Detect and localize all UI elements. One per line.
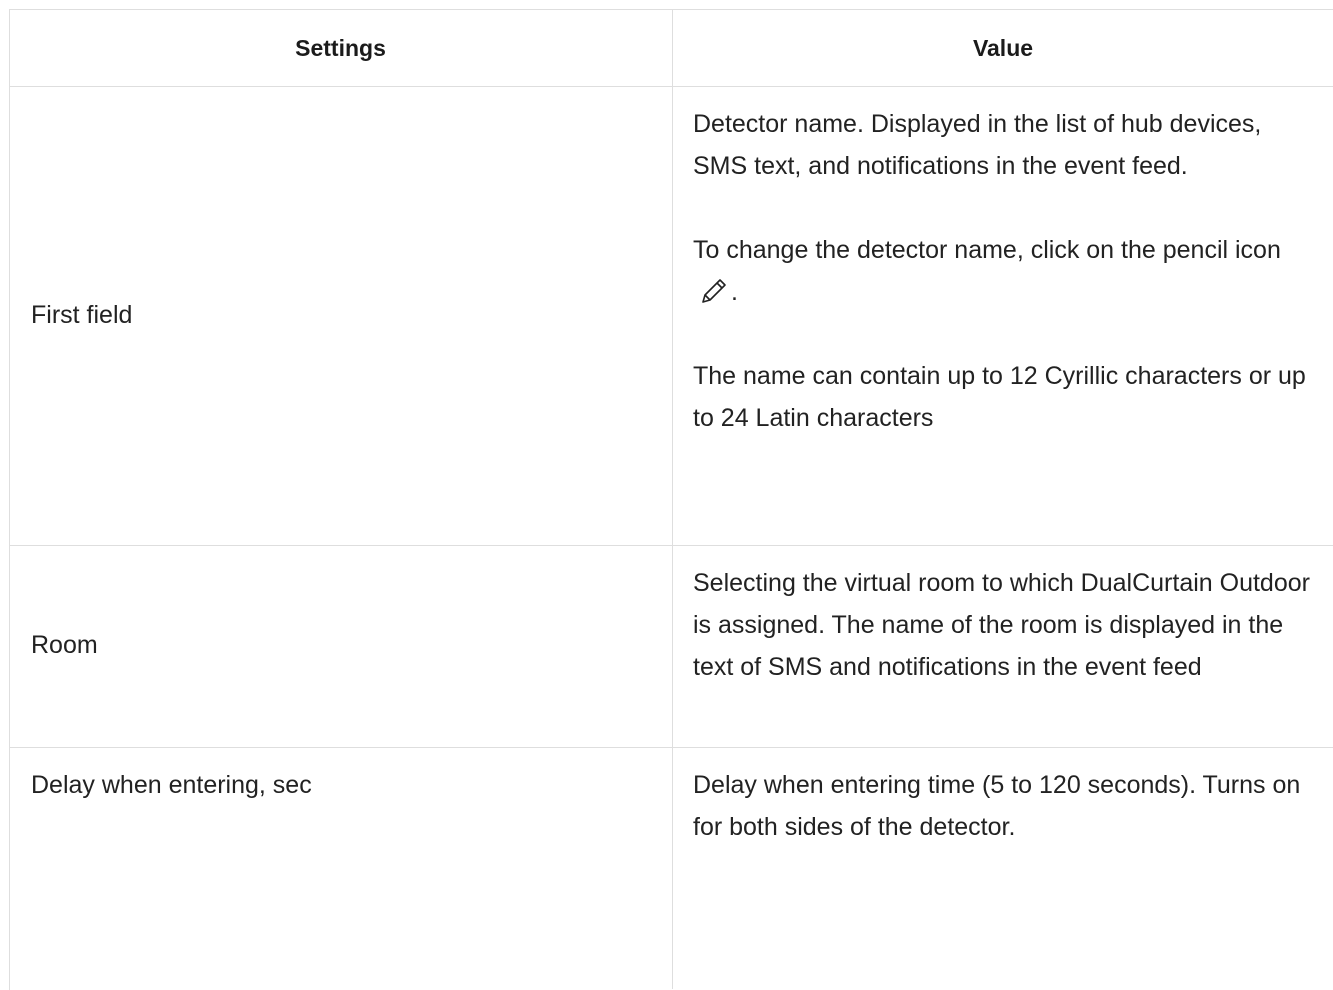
value-paragraph: Selecting the virtual room to which Dual… [693,569,1310,681]
setting-delay-entering: Delay when entering, sec [31,771,312,799]
value-paragraph: Delay when entering time (5 to 120 secon… [693,771,1301,841]
value-paragraph: Detector name. Displayed in the list of … [693,110,1262,180]
value-delay-entering: Delay when entering time (5 to 120 secon… [693,764,1318,848]
value-room: Selecting the virtual room to which Dual… [693,562,1318,688]
setting-room: Room [31,631,98,659]
value-text-after-icon: . [731,278,738,306]
value-paragraph: The name can contain up to 12 Cyrillic c… [693,362,1306,432]
value-paragraph: To change the detector name, click on th… [693,229,1318,313]
header-settings: Settings [295,35,386,61]
value-text-before-icon: To change the detector name, click on th… [693,236,1281,264]
pencil-icon [699,276,729,306]
header-value: Value [972,35,1034,61]
setting-first-field: First field [31,301,133,329]
value-first-field: Detector name. Displayed in the list of … [693,103,1318,439]
